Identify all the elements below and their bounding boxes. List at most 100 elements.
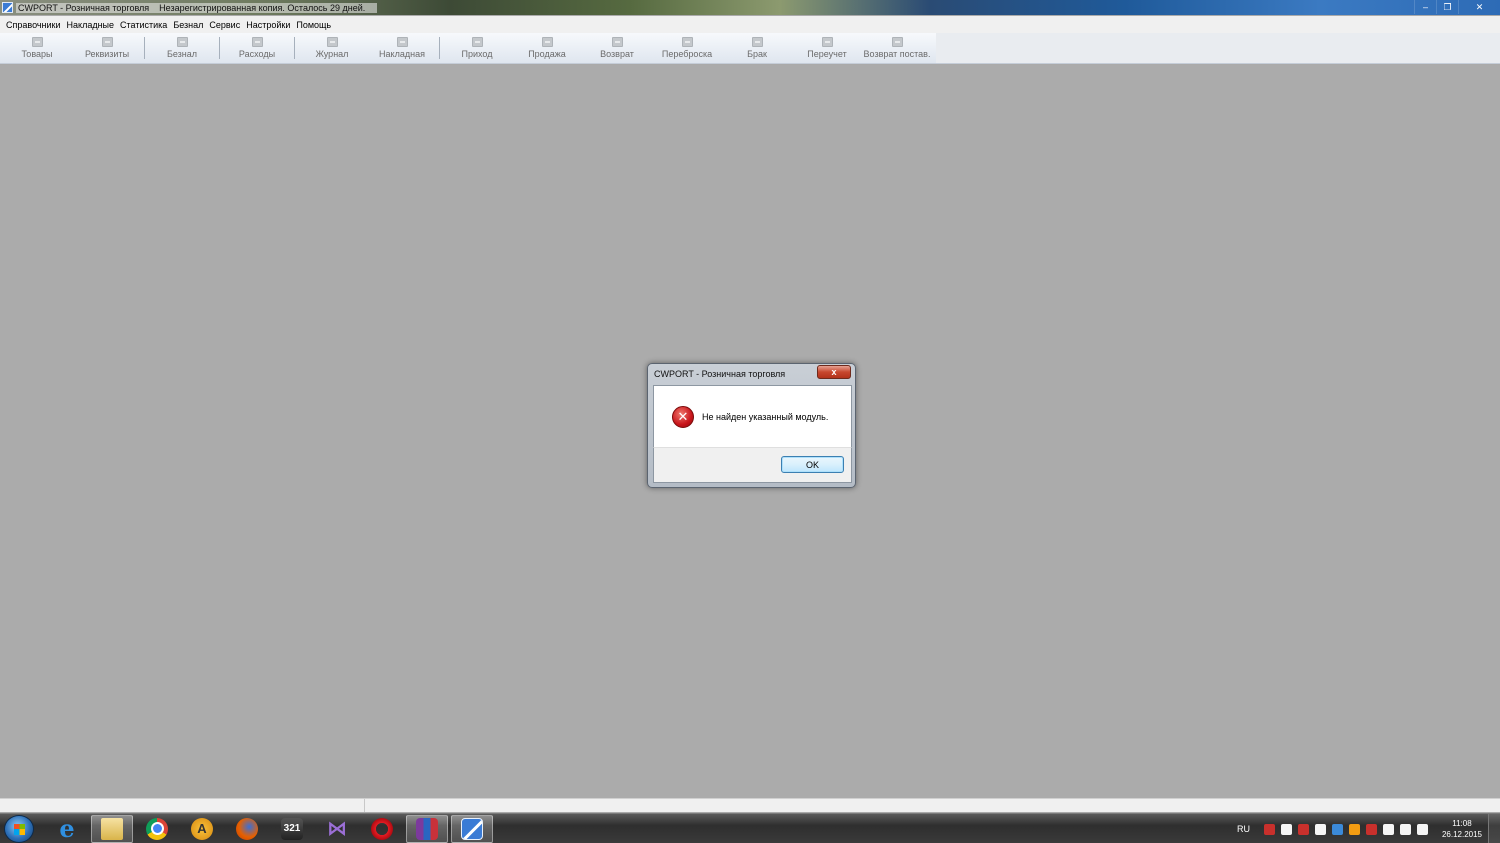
- restore-button[interactable]: ❐: [1436, 0, 1458, 14]
- window-title: CWPORT - Розничная торговля Незарегистрир…: [16, 2, 378, 13]
- chrome-icon: [146, 817, 168, 840]
- back-arrow-icon[interactable]: [1382, 823, 1394, 835]
- toolbar: Товары Реквизиты Безнал Расходы Журнал Н…: [0, 33, 1500, 64]
- internet-explorer-icon: e: [59, 814, 75, 843]
- taskbar-opera[interactable]: [361, 815, 403, 843]
- taskbar-visual-studio[interactable]: ⋈: [316, 815, 358, 843]
- network-icon[interactable]: [1399, 823, 1411, 835]
- aimp-icon: A: [191, 817, 213, 840]
- taskbar: e A 321 ⋈ RU 11:08 26.12.2015: [0, 813, 1500, 843]
- taskbar-chrome[interactable]: [136, 815, 178, 843]
- flag-alert-icon[interactable]: [1365, 823, 1377, 835]
- ok-button[interactable]: OK: [781, 456, 844, 473]
- toolbar-button-label: Товары: [21, 49, 53, 59]
- toolbar-button-label: Продажа: [528, 49, 566, 59]
- dialog-footer: OK: [653, 447, 852, 483]
- menu-item-directories[interactable]: Справочники: [3, 20, 64, 30]
- toolbar-button-label: Журнал: [315, 49, 349, 59]
- toolbar-return-button[interactable]: Возврат: [582, 33, 652, 63]
- toolbar-expenses-button[interactable]: Расходы: [222, 33, 292, 63]
- toolbar-button-label: Расходы: [238, 49, 276, 59]
- supplier-return-icon: [891, 37, 903, 47]
- folder-icon: [101, 817, 123, 840]
- return-icon: [611, 37, 623, 47]
- menu-item-invoices[interactable]: Накладные: [64, 20, 118, 30]
- clock-time: 11:08: [1452, 819, 1472, 828]
- sync-icon[interactable]: [1314, 823, 1326, 835]
- toolbar-button-label: Возврат: [600, 49, 634, 59]
- dialog-title: CWPORT - Розничная торговля: [654, 369, 786, 379]
- toolbar-filler: [936, 33, 1500, 63]
- menu-item-service[interactable]: Сервис: [206, 20, 243, 30]
- show-desktop-button[interactable]: [1488, 814, 1500, 843]
- toolbar-sale-button[interactable]: Продажа: [512, 33, 582, 63]
- toolbar-requisites-button[interactable]: Реквизиты: [72, 33, 142, 63]
- start-button[interactable]: [4, 814, 34, 843]
- toolbar-button-label: Безнал: [166, 49, 198, 59]
- window-controls: ‒ ❐ ✕: [1414, 0, 1500, 15]
- taskbar-aimp[interactable]: A: [181, 815, 223, 843]
- firefox-icon: [236, 817, 258, 840]
- cwport-icon: [461, 817, 483, 840]
- network-error-icon[interactable]: [1263, 823, 1275, 835]
- menu-item-cashless[interactable]: Безнал: [170, 20, 206, 30]
- toolbar-income-button[interactable]: Приход: [442, 33, 512, 63]
- taskbar-media-player[interactable]: 321: [271, 815, 313, 843]
- people-icon: [101, 37, 113, 47]
- clock[interactable]: 11:08 26.12.2015: [1442, 818, 1482, 840]
- window-subtitle-text: Незарегистрированная копия. Осталось 29 …: [159, 2, 366, 13]
- volume-icon[interactable]: [1416, 823, 1428, 835]
- toolbar-supplier-return-button[interactable]: Возврат постав.: [862, 33, 932, 63]
- dropbox-icon[interactable]: [1331, 823, 1343, 835]
- toolbar-separator: [219, 37, 220, 59]
- transfer-icon: [681, 37, 693, 47]
- toolbar-button-label: Возврат постав.: [863, 49, 931, 59]
- menu-bar: Справочники Накладные Статистика Безнал …: [0, 16, 1500, 33]
- clock-date: 26.12.2015: [1441, 830, 1482, 839]
- toolbar-goods-button[interactable]: Товары: [2, 33, 72, 63]
- error-icon: ✕: [672, 406, 694, 428]
- check-icon: [821, 37, 833, 47]
- error-message: Не найден указанный модуль.: [702, 412, 829, 422]
- cwport-app-icon[interactable]: [2, 2, 13, 13]
- taskbar-apps: e A 321 ⋈: [46, 814, 496, 843]
- taskbar-winrar[interactable]: [406, 814, 448, 843]
- toolbar-defect-button[interactable]: Брак: [722, 33, 792, 63]
- menu-item-settings[interactable]: Настройки: [243, 20, 293, 30]
- update-icon[interactable]: [1348, 823, 1360, 835]
- plus-icon: [471, 37, 483, 47]
- menu-item-statistics[interactable]: Статистика: [117, 20, 170, 30]
- windows-logo-icon: [14, 823, 25, 835]
- taskbar-firefox[interactable]: [226, 815, 268, 843]
- menu-item-help[interactable]: Помощь: [293, 20, 334, 30]
- taskbar-cwport[interactable]: [451, 814, 493, 843]
- toolbar-button-label: Переброска: [661, 49, 713, 59]
- coins-icon: [251, 37, 263, 47]
- language-indicator[interactable]: RU: [1237, 824, 1250, 834]
- toolbar-separator: [144, 37, 145, 59]
- status-bar-pane: [0, 799, 365, 812]
- opera-icon: [371, 817, 393, 840]
- taskbar-file-explorer[interactable]: [91, 814, 133, 843]
- dialog-body: ✕ Не найден указанный модуль.: [653, 385, 852, 447]
- antivirus-icon[interactable]: [1297, 823, 1309, 835]
- toolbar-separator: [439, 37, 440, 59]
- dialog-close-button[interactable]: x: [817, 365, 851, 379]
- close-button[interactable]: ✕: [1458, 0, 1500, 14]
- toolbar-recount-button[interactable]: Переучет: [792, 33, 862, 63]
- minus-icon: [541, 37, 553, 47]
- toolbar-transfer-button[interactable]: Переброска: [652, 33, 722, 63]
- status-bar: [0, 798, 1500, 812]
- windows-flag-icon[interactable]: [1280, 823, 1292, 835]
- toolbar-cashless-button[interactable]: Безнал: [147, 33, 217, 63]
- taskbar-internet-explorer[interactable]: e: [46, 814, 88, 843]
- invoice-icon: [396, 37, 408, 47]
- toolbar-journal-button[interactable]: Журнал: [297, 33, 367, 63]
- journal-icon: [326, 37, 338, 47]
- toolbar-button-label: Брак: [747, 49, 767, 59]
- minimize-button[interactable]: ‒: [1414, 0, 1436, 14]
- toolbar-invoice-button[interactable]: Накладная: [367, 33, 437, 63]
- error-dialog: CWPORT - Розничная торговля x ✕ Не найде…: [647, 363, 856, 488]
- toolbar-separator: [294, 37, 295, 59]
- visual-studio-icon: ⋈: [327, 818, 347, 840]
